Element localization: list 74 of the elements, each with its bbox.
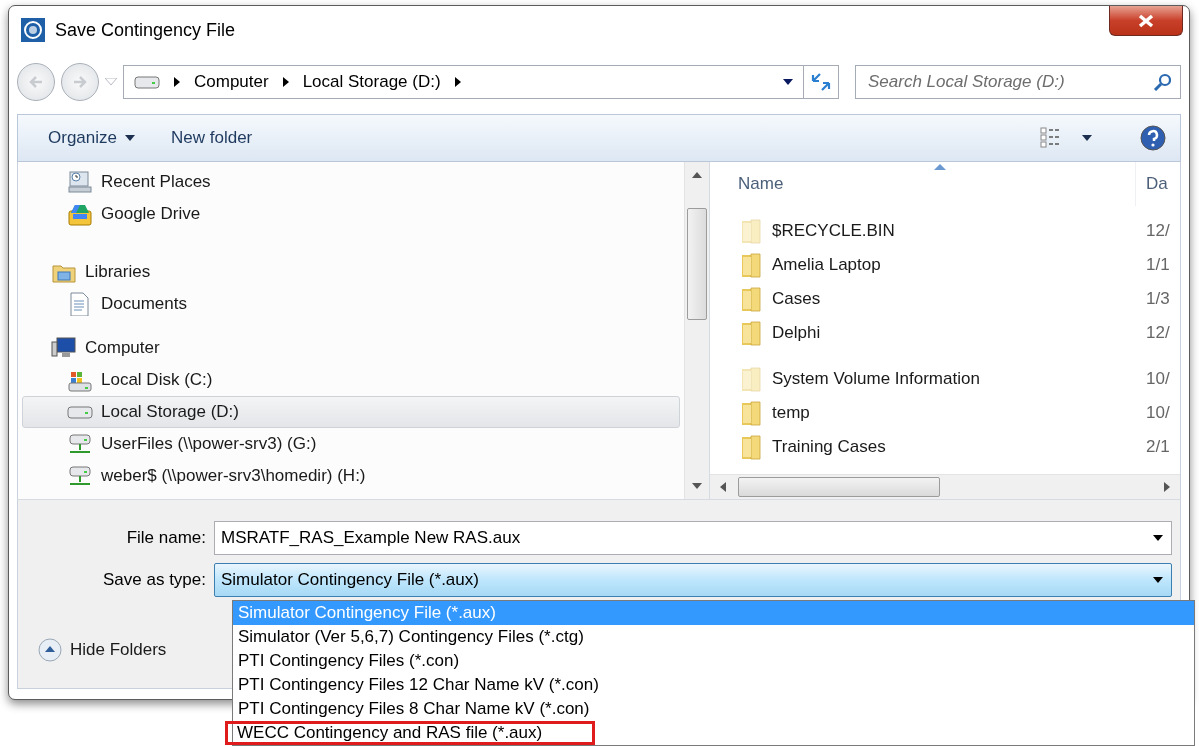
dropdown-option[interactable]: WECC Contingency and RAS file (*.aux) bbox=[225, 721, 595, 745]
file-name[interactable]: System Volume Information bbox=[772, 369, 980, 389]
caret-icon bbox=[125, 135, 135, 141]
caret-icon bbox=[1153, 577, 1163, 583]
drive-icon bbox=[134, 75, 160, 89]
chevron-icon bbox=[174, 77, 180, 87]
drive-icon bbox=[67, 405, 93, 419]
field-label: File name: bbox=[125, 528, 207, 548]
nav-item[interactable]: UserFiles (\\power-srv3) (G:) bbox=[22, 428, 680, 460]
chevron-icon bbox=[454, 77, 461, 87]
close-button[interactable] bbox=[1109, 6, 1183, 36]
close-icon bbox=[1138, 13, 1154, 28]
file-type-dropdown[interactable]: Simulator Contingency File (*.aux) bbox=[214, 563, 1172, 597]
nav-item[interactable]: Computer bbox=[22, 332, 680, 364]
search-field[interactable]: Search Local Storage (D:) bbox=[855, 65, 1181, 99]
new-folder-button[interactable]: New folder bbox=[157, 124, 267, 152]
dropdown-option[interactable]: PTI Contingency Files 12 Char Name kV (*.con) bbox=[233, 673, 1194, 697]
vertical-scrollbar[interactable] bbox=[684, 162, 709, 499]
file-name[interactable]: Amelia Laptop bbox=[772, 255, 881, 275]
view-list-icon[interactable] bbox=[1040, 127, 1062, 149]
nav-item[interactable]: Google Drive bbox=[22, 198, 680, 230]
date-text: 2/1 bbox=[1145, 437, 1170, 457]
caret-icon bbox=[1082, 135, 1092, 141]
field-label: Save as type: bbox=[102, 570, 207, 590]
file-name-field[interactable]: MSRATF_RAS_Example New RAS.aux bbox=[214, 521, 1172, 555]
scroll-right-icon[interactable] bbox=[1164, 482, 1170, 492]
date-text: 12/ bbox=[1145, 221, 1170, 241]
nav-item[interactable]: Local Disk (C:) bbox=[22, 364, 680, 396]
nav-item[interactable]: weber$ (\\power-srv3\homedir) (H:) bbox=[22, 460, 680, 492]
file-name[interactable]: Cases bbox=[772, 289, 821, 309]
chevron-icon bbox=[282, 77, 289, 87]
search-icon bbox=[1153, 73, 1171, 91]
file-name[interactable]: Training Cases bbox=[772, 437, 886, 457]
date-text: 1/1 bbox=[1145, 255, 1170, 275]
nav-item[interactable]: Local Storage (D:) bbox=[22, 396, 680, 428]
breadcrumb[interactable]: Local Storage (D:) bbox=[302, 72, 441, 92]
scroll-left-icon[interactable] bbox=[720, 482, 726, 492]
caret-icon bbox=[783, 79, 793, 85]
file-name[interactable]: temp bbox=[772, 403, 810, 423]
computer-icon bbox=[51, 336, 77, 360]
collapse-icon bbox=[38, 638, 62, 662]
address-bar[interactable]: Computer Local Storage (D:) bbox=[123, 65, 839, 99]
caret-icon bbox=[1153, 535, 1163, 541]
date-text: 12/ bbox=[1145, 323, 1170, 343]
file-name[interactable]: Delphi bbox=[772, 323, 821, 343]
column-header[interactable]: Name bbox=[710, 162, 1136, 206]
sort-arrow-icon bbox=[934, 164, 946, 170]
window-title: Save Contingency File bbox=[55, 19, 236, 41]
right-arrow-icon bbox=[72, 74, 88, 90]
cloud-drive-icon bbox=[67, 202, 93, 226]
organize-button[interactable]: Organize bbox=[34, 124, 149, 152]
scroll-down-icon[interactable] bbox=[692, 483, 702, 489]
network-drive-icon bbox=[67, 432, 93, 456]
hide-folders-button[interactable]: Hide Folders bbox=[38, 638, 167, 662]
nav-item[interactable]: Recent Places bbox=[22, 166, 680, 198]
help-icon[interactable] bbox=[1140, 125, 1166, 151]
date-text: 10/ bbox=[1145, 369, 1170, 389]
dropdown-option[interactable]: PTI Contingency Files 8 Char Name kV (*.con) bbox=[233, 697, 1194, 721]
network-drive-icon bbox=[67, 464, 93, 488]
dropdown-option[interactable]: PTI Contingency Files (*.con) bbox=[233, 649, 1194, 673]
file-name[interactable]: $RECYCLE.BIN bbox=[772, 221, 895, 241]
date-text: 10/ bbox=[1145, 403, 1170, 423]
app-icon bbox=[21, 18, 45, 42]
dropdown-option[interactable]: Simulator (Ver 5,6,7) Contingency Files (*.ctg) bbox=[233, 625, 1194, 649]
column-header[interactable]: Da bbox=[1136, 174, 1168, 194]
horizontal-scrollbar[interactable] bbox=[710, 474, 1180, 499]
scroll-up-icon[interactable] bbox=[692, 172, 702, 178]
breadcrumb[interactable]: Computer bbox=[194, 72, 269, 92]
nav-item[interactable]: Documents bbox=[22, 288, 680, 320]
date-text: 1/3 bbox=[1145, 289, 1170, 309]
recent-places-icon bbox=[67, 170, 93, 194]
left-arrow-icon bbox=[28, 74, 44, 90]
refresh-icon[interactable] bbox=[810, 72, 832, 92]
nav-item[interactable]: Libraries bbox=[22, 256, 680, 288]
